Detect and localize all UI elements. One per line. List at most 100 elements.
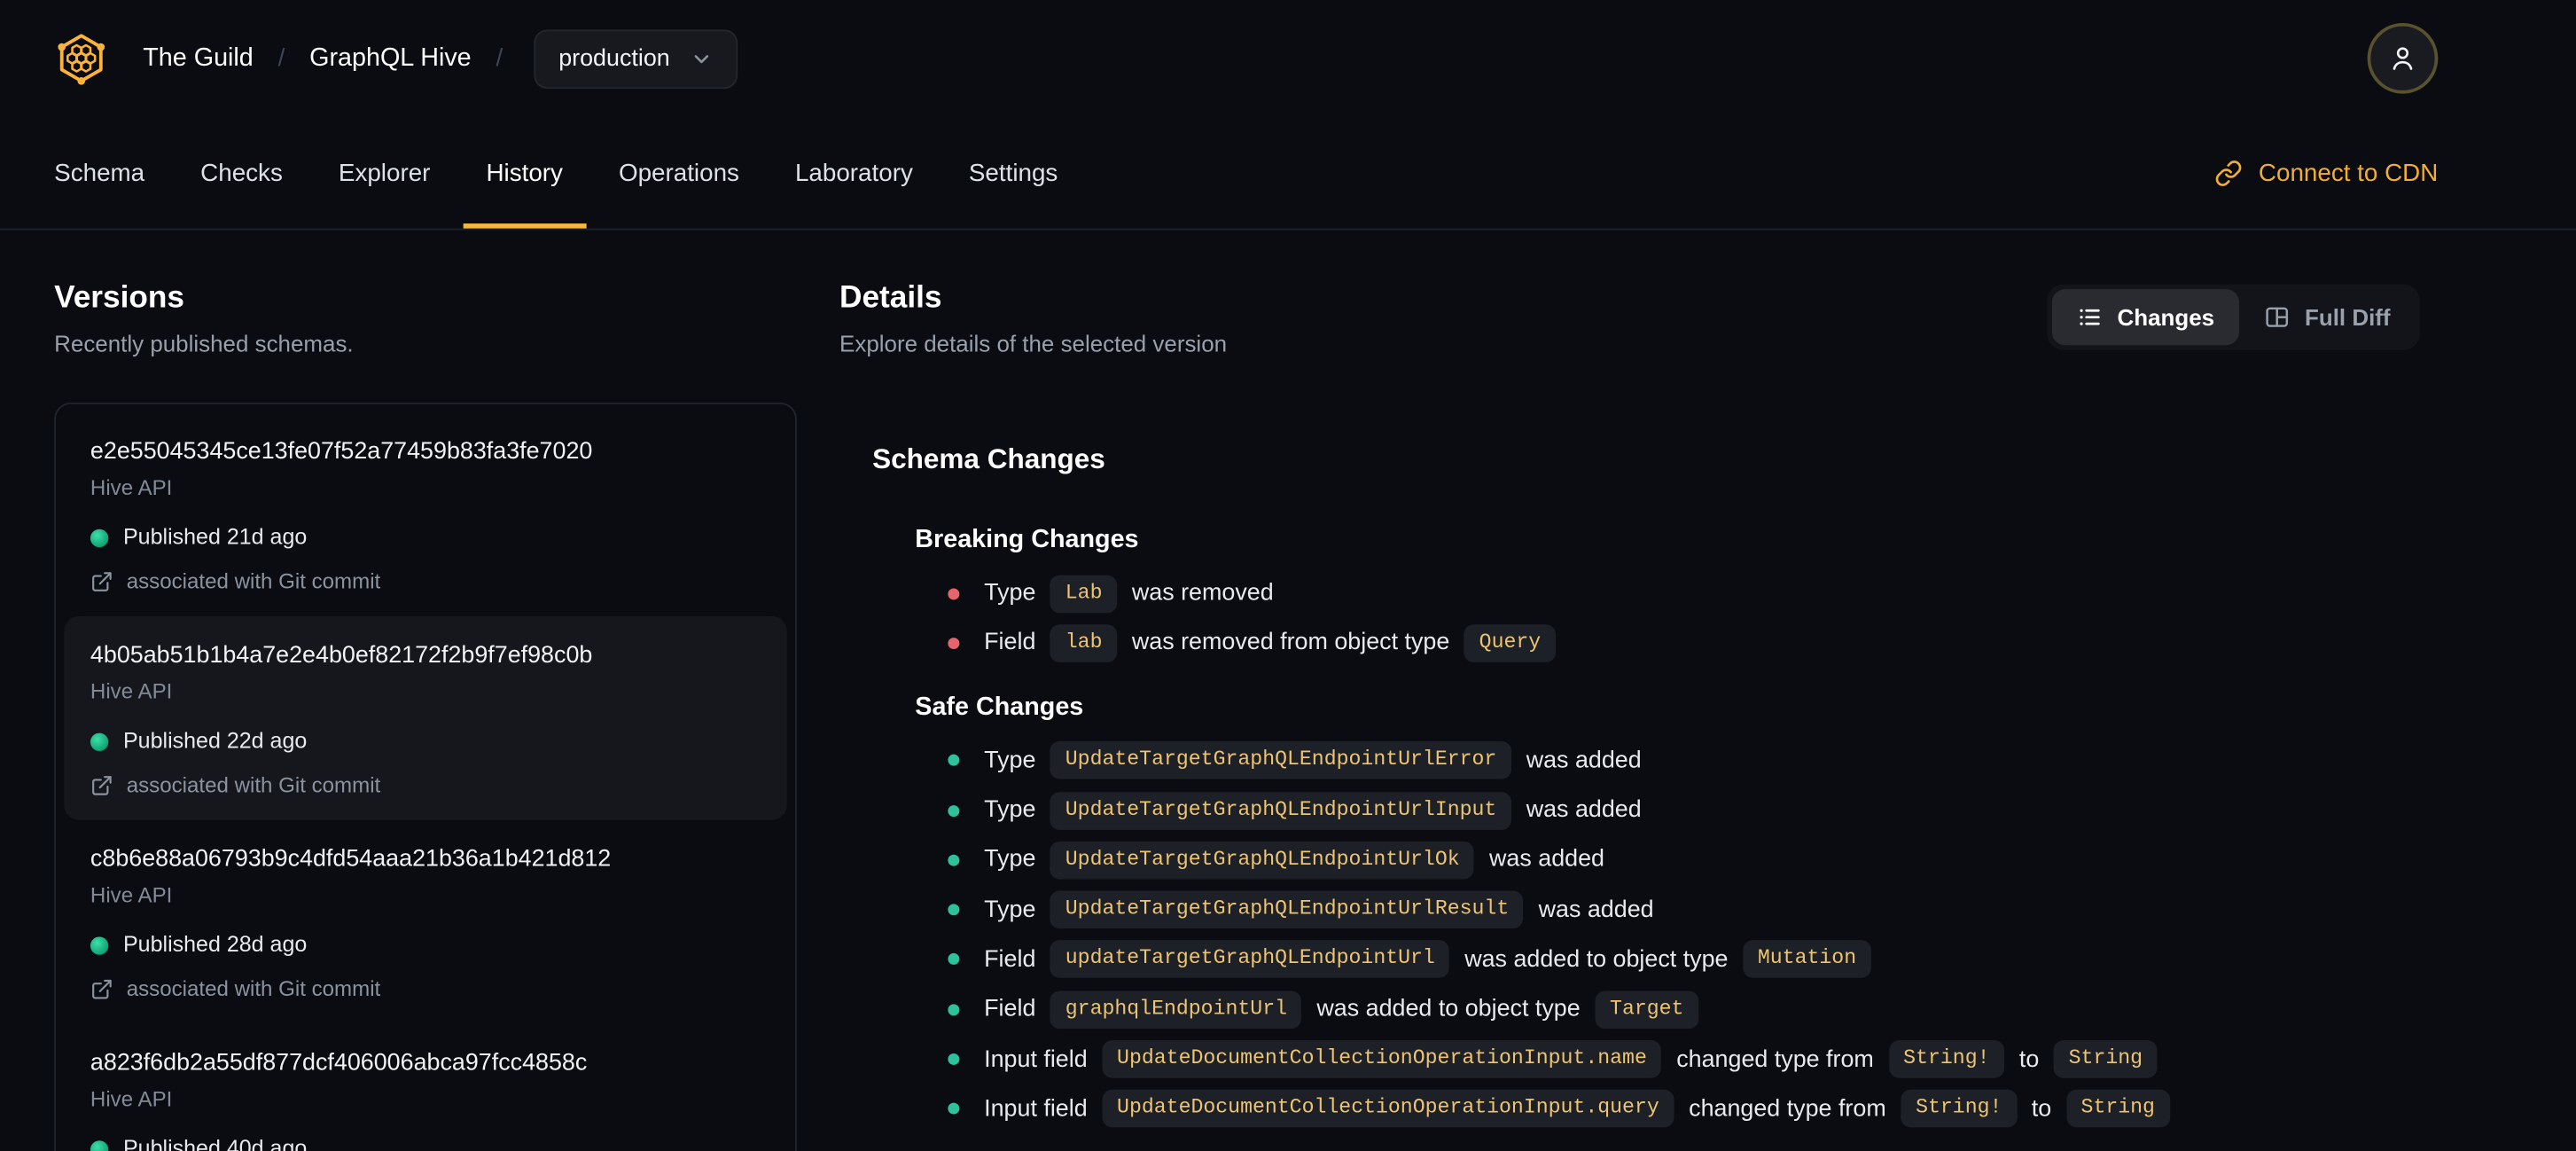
- tab-schema[interactable]: Schema: [27, 117, 173, 228]
- version-published-row: Published 21d ago: [90, 521, 761, 554]
- version-item[interactable]: a823f6db2a55df877dcf406006abca97fcc4858c…: [64, 1024, 786, 1151]
- safe-bullet-dot: [948, 904, 960, 916]
- versions-title: Versions: [54, 280, 184, 316]
- version-service: Hive API: [90, 474, 173, 500]
- list-icon: [2076, 304, 2103, 331]
- change-text: Type: [984, 847, 1036, 873]
- git-commit-link-label: associated with Git commit: [126, 772, 381, 797]
- details-panel: Details Explore details of the selected …: [839, 281, 2420, 1151]
- breadcrumb-org-link[interactable]: The Guild: [143, 44, 254, 74]
- change-code-chip: graphqlEndpointUrl: [1050, 990, 1302, 1029]
- change-text: Field: [984, 996, 1036, 1023]
- external-link-icon: [90, 774, 113, 797]
- breaking-bullet-dot: [948, 587, 960, 599]
- version-service: Hive API: [90, 882, 173, 908]
- user-menu-button[interactable]: [2367, 23, 2439, 95]
- change-code-chip: String: [2065, 1090, 2170, 1128]
- safe-bullet-dot: [948, 804, 960, 817]
- safe-change-row: Type UpdateTargetGraphQLEndpointUrlResul…: [948, 885, 2420, 935]
- safe-change-row: Type UpdateTargetGraphQLEndpointUrlOk wa…: [948, 835, 2420, 885]
- connect-to-cdn-link[interactable]: Connect to CDN: [2214, 117, 2438, 228]
- version-published-row: Published 40d ago: [90, 1132, 761, 1151]
- version-hash: c8b6e88a06793b9c4dfd54aaa21b36a1b421d812: [90, 846, 612, 873]
- hive-logo-icon[interactable]: [54, 30, 108, 88]
- safe-changes-group: Safe Changes Type UpdateTargetGraphQLEnd…: [915, 690, 2420, 1134]
- tab-bar-row: Schema Checks Explorer History Operation…: [54, 117, 2438, 228]
- change-code-chip: Query: [1464, 624, 1556, 662]
- tab-settings[interactable]: Settings: [941, 117, 1085, 228]
- main-content: Versions Recently published schemas. e2e…: [0, 230, 2576, 1151]
- version-published-label: Published 40d ago: [122, 1135, 308, 1151]
- published-status-dot: [90, 936, 109, 954]
- breaking-changes-title: Breaking Changes: [915, 526, 1139, 554]
- change-text: changed type from: [1676, 1045, 1874, 1073]
- version-item[interactable]: c8b6e88a06793b9c4dfd54aaa21b36a1b421d812…: [64, 820, 786, 1024]
- change-text: was added: [1538, 897, 1654, 923]
- change-code-chip: UpdateDocumentCollectionOperationInput.q…: [1102, 1090, 1674, 1128]
- published-status-dot: [90, 732, 109, 751]
- tab-explorer[interactable]: Explorer: [310, 117, 458, 228]
- version-published-label: Published 22d ago: [122, 728, 308, 753]
- change-text: Field: [984, 630, 1036, 657]
- version-hash: e2e55045345ce13fe07f52a77459b83fa3fe7020: [90, 438, 593, 466]
- version-published-row: Published 28d ago: [90, 928, 761, 961]
- safe-bullet-dot: [948, 1053, 960, 1065]
- version-item[interactable]: e2e55045345ce13fe07f52a77459b83fa3fe7020…: [64, 412, 786, 616]
- change-text: Type: [984, 897, 1036, 923]
- git-commit-link[interactable]: associated with Git commit: [90, 771, 761, 800]
- change-text: Field: [984, 946, 1036, 974]
- breaking-changes-group: Breaking Changes Type Lab was removed Fi…: [915, 522, 2420, 668]
- change-code-chip: String!: [1888, 1040, 2005, 1078]
- change-text: changed type from: [1689, 1095, 1886, 1123]
- details-subtitle: Explore details of the selected version: [839, 330, 1228, 357]
- safe-bullet-dot: [948, 755, 960, 767]
- safe-bullet-dot: [948, 953, 960, 966]
- tab-operations[interactable]: Operations: [590, 117, 767, 228]
- safe-change-row: Field updateTargetGraphQLEndpointUrl was…: [948, 935, 2420, 984]
- version-hash: a823f6db2a55df877dcf406006abca97fcc4858c: [90, 1050, 588, 1077]
- view-toggle: Changes Full Diff: [2046, 284, 2420, 350]
- change-code-chip: String: [2053, 1040, 2158, 1078]
- change-code-chip: lab: [1050, 624, 1118, 662]
- breadcrumb: The Guild / GraphQL Hive / production: [143, 28, 738, 89]
- breaking-bullet-dot: [948, 637, 960, 649]
- git-commit-link-label: associated with Git commit: [126, 568, 381, 594]
- change-text: Input field: [984, 1095, 1088, 1123]
- safe-change-row: Input field UpdateDocumentCollectionOper…: [948, 1034, 2420, 1084]
- git-commit-link[interactable]: associated with Git commit: [90, 975, 761, 1004]
- git-commit-link-label: associated with Git commit: [126, 975, 381, 1001]
- tab-history[interactable]: History: [458, 117, 591, 228]
- tab-bar: Schema Checks Explorer History Operation…: [27, 117, 1086, 228]
- safe-change-row: Type UpdateTargetGraphQLEndpointUrlError…: [948, 736, 2420, 786]
- change-code-chip: Mutation: [1743, 940, 1871, 979]
- published-status-dot: [90, 528, 109, 547]
- version-hash: 4b05ab51b1b4a7e2e4b0ef82172f2b9f7ef98c0b: [90, 642, 593, 669]
- tab-checks[interactable]: Checks: [173, 117, 311, 228]
- git-commit-link[interactable]: associated with Git commit: [90, 567, 761, 596]
- header: The Guild / GraphQL Hive / production Sc…: [0, 0, 2576, 231]
- breaking-changes-list: Type Lab was removed Field lab was remov…: [915, 568, 2420, 668]
- versions-subtitle: Recently published schemas.: [54, 330, 354, 357]
- change-text: was removed: [1131, 580, 1274, 607]
- change-text: was removed from object type: [1131, 630, 1450, 657]
- full-diff-view-button[interactable]: Full Diff: [2239, 289, 2416, 345]
- breadcrumb-project-link[interactable]: GraphQL Hive: [309, 44, 472, 74]
- safe-bullet-dot: [948, 854, 960, 866]
- breadcrumb-separator: /: [277, 44, 285, 73]
- version-item-selected[interactable]: 4b05ab51b1b4a7e2e4b0ef82172f2b9f7ef98c0b…: [64, 615, 787, 820]
- versions-panel: Versions Recently published schemas. e2e…: [54, 281, 797, 1151]
- tab-laboratory[interactable]: Laboratory: [767, 117, 941, 228]
- change-code-chip: UpdateTargetGraphQLEndpointUrlError: [1050, 741, 1512, 779]
- breaking-change-row: Field lab was removed from object type Q…: [948, 618, 2420, 668]
- published-status-dot: [90, 1139, 109, 1151]
- target-selector[interactable]: production: [534, 28, 738, 89]
- details-title: Details: [839, 280, 942, 316]
- breaking-change-row: Type Lab was removed: [948, 568, 2420, 618]
- change-code-chip: UpdateTargetGraphQLEndpointUrlOk: [1050, 841, 1475, 880]
- full-diff-view-label: Full Diff: [2305, 303, 2391, 331]
- changes-view-button[interactable]: Changes: [2051, 289, 2239, 346]
- versions-list: e2e55045345ce13fe07f52a77459b83fa3fe7020…: [54, 403, 797, 1151]
- external-link-icon: [90, 570, 113, 593]
- change-text: was added: [1526, 747, 1642, 774]
- safe-changes-title: Safe Changes: [915, 693, 1084, 721]
